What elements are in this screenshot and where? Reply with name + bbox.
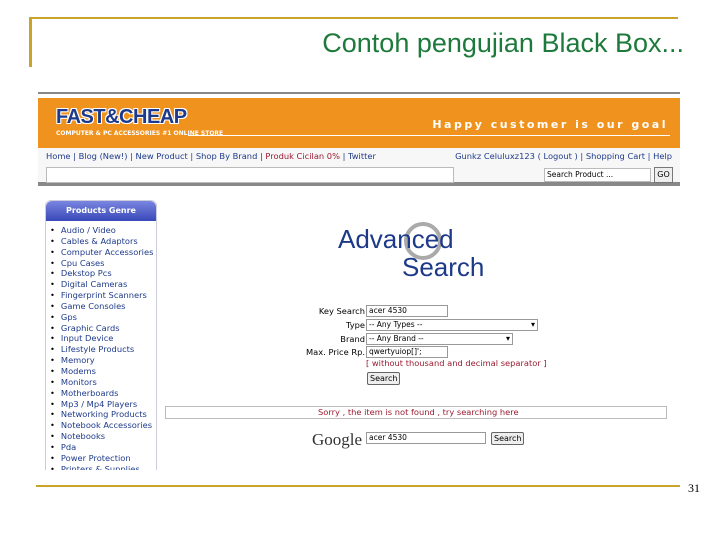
sidebar-item[interactable]: Mp3 / Mp4 Players (50, 399, 156, 410)
sidebar-item[interactable]: Audio / Video (50, 225, 156, 236)
google-logo: Google (312, 430, 363, 449)
key-search-input[interactable]: acer 4530 (366, 305, 448, 317)
footer-rule (36, 485, 680, 487)
sidebar-title: Products Genre (46, 201, 156, 221)
max-price-label: Max. Price Rp. (306, 347, 365, 357)
google-search-input[interactable]: acer 4530 (366, 432, 486, 444)
sidebar-item[interactable]: Cpu Cases (50, 258, 156, 269)
go-button[interactable]: GO (654, 167, 673, 183)
sidebar-item[interactable]: Notebooks (50, 431, 156, 442)
user-name: Gunkz Celuluxz123 (455, 151, 535, 161)
logout-link[interactable]: ( Logout ) (538, 151, 578, 161)
nav-shop-by-brand[interactable]: Shop By Brand (196, 151, 257, 161)
brand-label: Brand (340, 334, 365, 344)
sidebar-item[interactable]: Fingerprint Scanners (50, 290, 156, 301)
slide-title: Contoh pengujian Black Box... (322, 28, 684, 58)
sidebar-item[interactable]: Digital Cameras (50, 279, 156, 290)
sidebar-item[interactable]: Power Protection (50, 453, 156, 464)
website-screenshot: FAST&CHEAP COMPUTER & PC ACCESSORIES #1 … (38, 92, 680, 470)
slogan: Happy customer is our goal (432, 118, 668, 131)
advanced-search-button[interactable]: Search (367, 372, 401, 385)
nav-new-product[interactable]: New Product (136, 151, 188, 161)
not-found-message: Sorry , the item is not found , try sear… (165, 406, 667, 419)
nav-bar: Home | Blog (New!) | New Product | Shop … (38, 148, 680, 164)
advanced-search-logo: Advanced (338, 224, 454, 254)
google-search-button[interactable]: Search (491, 432, 525, 445)
product-search-input[interactable]: Search Product ... (544, 168, 651, 182)
nav-home[interactable]: Home (46, 151, 71, 161)
sidebar-item[interactable]: Input Device (50, 333, 156, 344)
sidebar-item[interactable]: Modems (50, 366, 156, 377)
decorative-bracket (29, 17, 32, 67)
sidebar-item[interactable]: Cables & Adaptors (50, 236, 156, 247)
banner-field (46, 167, 454, 183)
sidebar-item[interactable]: Gps (50, 312, 156, 323)
decorative-rule (29, 17, 678, 19)
site-header: FAST&CHEAP COMPUTER & PC ACCESSORIES #1 … (38, 98, 680, 148)
sidebar-item[interactable]: Pda (50, 442, 156, 453)
sidebar-item[interactable]: Monitors (50, 377, 156, 388)
nav-twitter[interactable]: Twitter (348, 151, 376, 161)
max-price-input[interactable]: qwertyuiop[]'; (366, 346, 448, 358)
sidebar-item[interactable]: Memory (50, 355, 156, 366)
price-hint: [ without thousand and decimal separator… (366, 358, 547, 368)
sidebar-item[interactable]: Computer Accessories (50, 247, 156, 258)
shopping-cart-link[interactable]: Shopping Cart (586, 151, 645, 161)
sidebar-item[interactable]: Lifestyle Products (50, 344, 156, 355)
sidebar-item[interactable]: Notebook Accessories (50, 420, 156, 431)
nav-blog[interactable]: Blog (New!) (79, 151, 128, 161)
nav-produk-cicilan[interactable]: Produk Cicilan 0% (265, 151, 340, 161)
help-link[interactable]: Help (653, 151, 672, 161)
advanced-search-logo-2: Search (402, 252, 485, 282)
site-logo[interactable]: FAST&CHEAP (56, 106, 187, 129)
sidebar: Products Genre Audio / VideoCables & Ada… (45, 200, 157, 470)
type-select[interactable]: -- Any Types -- (366, 319, 538, 331)
sidebar-item[interactable]: Printers & Supplies (50, 464, 156, 470)
sidebar-item[interactable]: Dekstop Pcs (50, 268, 156, 279)
search-bar: Search Product ... GO (38, 164, 680, 186)
sidebar-item[interactable]: Motherboards (50, 388, 156, 399)
type-label: Type (345, 320, 365, 330)
header-line (188, 135, 670, 136)
sidebar-item[interactable]: Graphic Cards (50, 323, 156, 334)
sidebar-item[interactable]: Networking Products (50, 409, 156, 420)
page-number: 31 (688, 481, 700, 495)
key-search-label: Key Search (318, 306, 365, 316)
sidebar-item[interactable]: Game Consoles (50, 301, 156, 312)
brand-select[interactable]: -- Any Brand -- (366, 333, 513, 345)
